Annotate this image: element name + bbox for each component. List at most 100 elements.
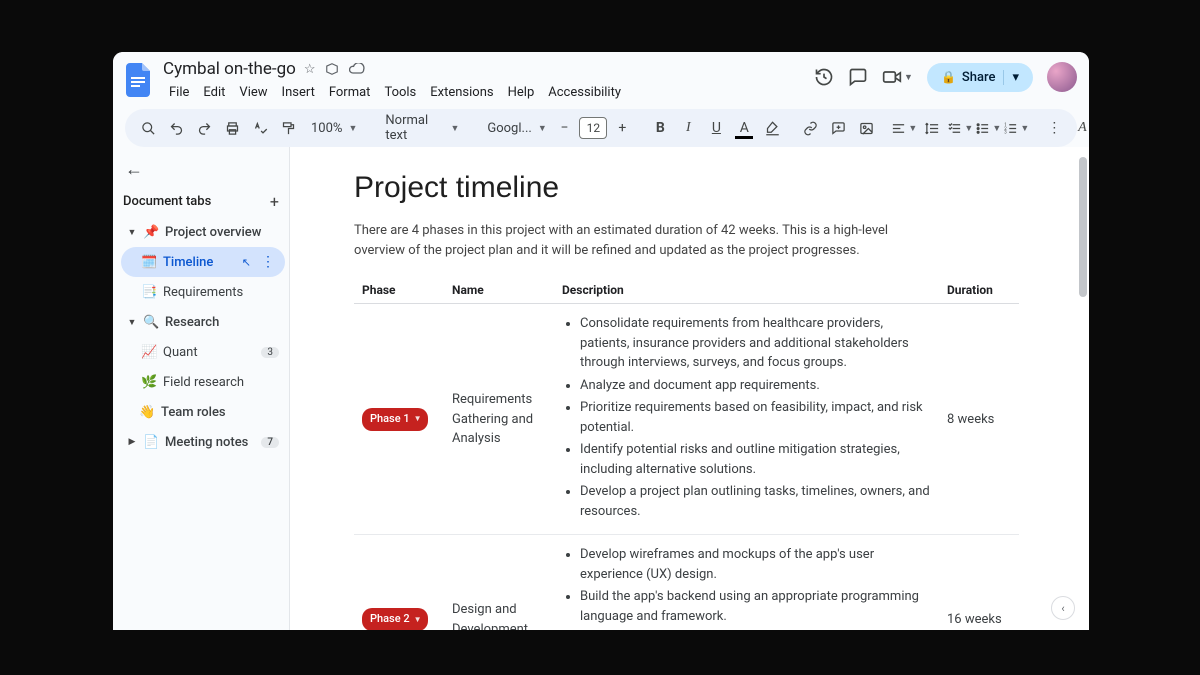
numbered-list-icon[interactable]: 123▼ xyxy=(1003,115,1029,141)
font-size-input[interactable]: 12 xyxy=(579,117,607,139)
notes-icon: 📄 xyxy=(143,435,159,450)
font-select[interactable]: Googl...▼ xyxy=(479,115,539,141)
doc-title[interactable]: Cymbal on-the-go xyxy=(163,59,296,79)
back-arrow-icon[interactable]: ← xyxy=(121,155,285,192)
underline-icon[interactable]: U xyxy=(703,115,729,141)
zoom-select[interactable]: 100%▼ xyxy=(303,115,365,141)
undo-icon[interactable] xyxy=(163,115,189,141)
align-icon[interactable]: ▼ xyxy=(891,115,917,141)
toolbar: 100%▼ Normal text▼ Googl...▼ − 12 + B I … xyxy=(125,109,1077,147)
move-icon[interactable] xyxy=(325,62,339,76)
badge: 7 xyxy=(261,437,279,448)
phase-duration: 8 weeks xyxy=(939,304,1019,535)
share-label: Share xyxy=(962,70,996,85)
sidebar-item-research[interactable]: ▼ 🔍 Research xyxy=(121,307,285,337)
print-icon[interactable] xyxy=(219,115,245,141)
insert-image-icon[interactable] xyxy=(853,115,879,141)
phase-chip[interactable]: Phase 2▼ xyxy=(362,608,428,630)
chevron-right-icon: ▶ xyxy=(127,437,137,447)
document-area[interactable]: Project timeline There are 4 phases in t… xyxy=(289,147,1089,630)
text-color-icon[interactable]: A xyxy=(731,115,757,141)
highlight-icon[interactable] xyxy=(759,115,785,141)
style-select[interactable]: Normal text▼ xyxy=(377,115,467,141)
svg-text:3: 3 xyxy=(1005,130,1008,135)
meet-button[interactable]: ▼ xyxy=(882,69,913,85)
italic-icon[interactable]: I xyxy=(675,115,701,141)
checklist-icon[interactable]: ▼ xyxy=(947,115,973,141)
search-icon[interactable] xyxy=(135,115,161,141)
add-comment-icon[interactable] xyxy=(825,115,851,141)
line-spacing-icon[interactable] xyxy=(919,115,945,141)
avatar[interactable] xyxy=(1047,62,1077,92)
sidebar-item-requirements[interactable]: 📑 Requirements xyxy=(121,277,285,307)
title-area: Cymbal on-the-go ☆ File Edit View Insert… xyxy=(163,58,627,103)
col-phase: Phase xyxy=(354,277,444,304)
paint-format-icon[interactable] xyxy=(275,115,301,141)
cloud-status-icon[interactable] xyxy=(349,63,365,75)
search-icon: 🔍 xyxy=(143,315,159,330)
menu-extensions[interactable]: Extensions xyxy=(424,82,499,103)
badge: 3 xyxy=(261,347,279,358)
star-icon[interactable]: ☆ xyxy=(304,62,316,77)
chevron-down-icon: ▼ xyxy=(127,227,137,238)
redo-icon[interactable] xyxy=(191,115,217,141)
menu-insert[interactable]: Insert xyxy=(276,82,321,103)
menu-format[interactable]: Format xyxy=(323,82,377,103)
phase-chip[interactable]: Phase 1▼ xyxy=(362,408,428,431)
lock-icon: 🔒 xyxy=(941,70,956,84)
sidebar-item-timeline[interactable]: 🗓️ Timeline ↖ ⋮ xyxy=(121,247,285,277)
list-item: Develop wireframes and mockups of the ap… xyxy=(580,545,931,584)
add-tab-icon[interactable]: + xyxy=(270,192,279,211)
sidebar-item-team-roles[interactable]: 👋 Team roles xyxy=(121,397,285,427)
list-item: Consolidate requirements from healthcare… xyxy=(580,314,931,373)
menu-accessibility[interactable]: Accessibility xyxy=(542,82,627,103)
phase-duration: 16 weeks xyxy=(939,535,1019,630)
share-dropdown[interactable]: ▾ xyxy=(1003,70,1027,85)
menu-edit[interactable]: Edit xyxy=(197,82,231,103)
plant-icon: 🌿 xyxy=(141,375,157,390)
history-icon[interactable] xyxy=(814,67,834,87)
chevron-down-icon: ▼ xyxy=(127,317,137,328)
cursor-icon: ↖ xyxy=(242,256,251,269)
clear-format-icon[interactable]: A✕ xyxy=(1069,115,1089,141)
bold-icon[interactable]: B xyxy=(647,115,673,141)
calendar-icon: 🗓️ xyxy=(141,255,157,270)
spellcheck-icon[interactable] xyxy=(247,115,273,141)
scrollbar-thumb[interactable] xyxy=(1079,157,1087,297)
app-window: Cymbal on-the-go ☆ File Edit View Insert… xyxy=(113,52,1089,630)
phase-description: Consolidate requirements from healthcare… xyxy=(554,304,939,535)
menu-help[interactable]: Help xyxy=(502,82,541,103)
font-size-decrease[interactable]: − xyxy=(551,115,577,141)
sidebar: ← Document tabs + ▼ 📌 Project overview 🗓… xyxy=(113,147,289,630)
header: Cymbal on-the-go ☆ File Edit View Insert… xyxy=(113,52,1089,103)
menu-tools[interactable]: Tools xyxy=(378,82,422,103)
col-description: Description xyxy=(554,277,939,304)
sidebar-item-project-overview[interactable]: ▼ 📌 Project overview xyxy=(121,217,285,247)
intro-paragraph: There are 4 phases in this project with … xyxy=(354,221,934,261)
chart-icon: 📈 xyxy=(141,345,157,360)
bullet-list-icon[interactable]: ▼ xyxy=(975,115,1001,141)
sidebar-title: Document tabs xyxy=(123,194,211,209)
sidebar-item-field-research[interactable]: 🌿 Field research xyxy=(121,367,285,397)
list-item: Analyze and document app requirements. xyxy=(580,376,931,396)
link-icon[interactable] xyxy=(797,115,823,141)
table-row: Phase 2▼Design and DevelopmentDevelop wi… xyxy=(354,535,1019,630)
more-icon[interactable]: ⋮ xyxy=(257,254,279,270)
timeline-table: Phase Name Description Duration Phase 1▼… xyxy=(354,277,1019,630)
phase-description: Develop wireframes and mockups of the ap… xyxy=(554,535,939,630)
list-item: Build the app's backend using an appropr… xyxy=(580,587,931,626)
explore-button[interactable]: ‹ xyxy=(1051,596,1075,620)
sidebar-item-meeting-notes[interactable]: ▶ 📄 Meeting notes 7 xyxy=(121,427,285,457)
menu-file[interactable]: File xyxy=(163,82,195,103)
sidebar-item-quant[interactable]: 📈 Quant 3 xyxy=(121,337,285,367)
share-button[interactable]: 🔒 Share ▾ xyxy=(927,63,1033,92)
phase-name: Requirements Gathering and Analysis xyxy=(444,304,554,535)
list-item: Integrate the app with third-party APIs … xyxy=(580,629,931,630)
more-tools-icon[interactable]: ⋮ xyxy=(1041,115,1067,141)
menu-view[interactable]: View xyxy=(233,82,273,103)
comments-icon[interactable] xyxy=(848,67,868,87)
docs-logo[interactable] xyxy=(123,60,155,100)
list-item: Identify potential risks and outline mit… xyxy=(580,440,931,479)
list-item: Prioritize requirements based on feasibi… xyxy=(580,398,931,437)
font-size-increase[interactable]: + xyxy=(609,115,635,141)
